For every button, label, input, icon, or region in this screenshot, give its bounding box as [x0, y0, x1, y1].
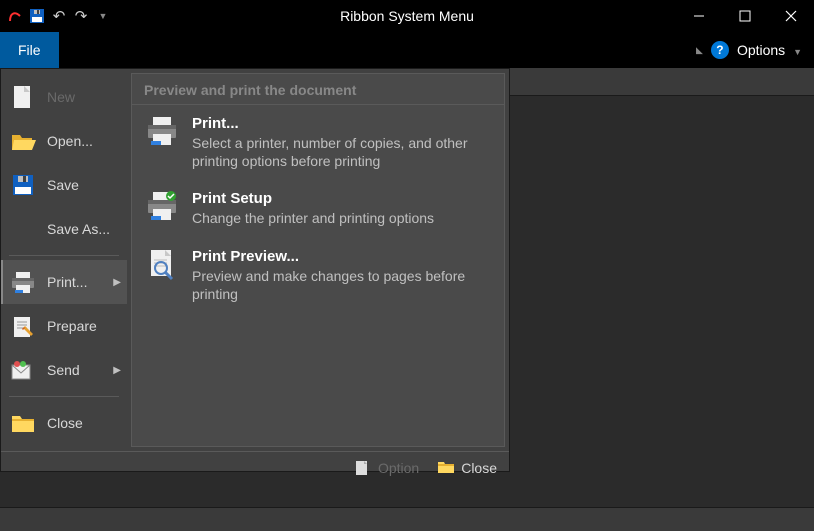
option-print-preview-title: Print Preview...	[192, 248, 492, 265]
titlebar: ↶ ↷ ▼ Ribbon System Menu	[0, 0, 814, 32]
backstage-close-label: Close	[47, 415, 83, 431]
backstage-saveas[interactable]: Save As...	[1, 207, 127, 251]
minimize-button[interactable]	[676, 0, 722, 32]
backstage-save-label: Save	[47, 177, 79, 193]
prepare-icon	[9, 312, 37, 340]
option-print-setup-desc: Change the printer and printing options	[192, 209, 492, 227]
backstage-footer: Option Close	[1, 451, 509, 484]
option-print-title: Print...	[192, 115, 492, 132]
new-icon	[9, 83, 37, 111]
qat-dropdown-icon[interactable]: ▼	[94, 7, 112, 25]
backstage-prepare[interactable]: Prepare	[1, 304, 127, 348]
backstage-saveas-label: Save As...	[47, 221, 110, 237]
backstage-left: New Open... Save Save As...	[1, 69, 127, 451]
options-button[interactable]: Options ▼	[737, 42, 802, 58]
footer-close-label: Close	[461, 460, 497, 476]
quick-access-toolbar: ↶ ↷ ▼	[0, 7, 112, 25]
redo-icon[interactable]: ↷	[72, 7, 90, 25]
open-icon	[9, 127, 37, 155]
option-print-setup-title: Print Setup	[192, 190, 492, 207]
backstage-save[interactable]: Save	[1, 163, 127, 207]
chevron-down-icon: ▼	[793, 47, 802, 57]
backstage-right-panel: Preview and print the document Print... …	[131, 73, 505, 447]
chevron-right-icon: ▶	[113, 277, 121, 288]
close-button[interactable]	[768, 0, 814, 32]
save-icon	[9, 171, 37, 199]
backstage-close[interactable]: Close	[1, 401, 127, 445]
print-icon	[144, 115, 180, 151]
backstage-prepare-label: Prepare	[47, 318, 97, 334]
backstage-new[interactable]: New	[1, 75, 127, 119]
footer-close-button[interactable]: Close	[437, 460, 497, 476]
maximize-button[interactable]	[722, 0, 768, 32]
saveas-icon	[9, 215, 37, 243]
collapse-ribbon-icon[interactable]: ◣	[696, 45, 703, 56]
send-icon	[9, 356, 37, 384]
backstage-print-label: Print...	[47, 274, 87, 290]
option-print-setup[interactable]: Print Setup Change the printer and print…	[132, 180, 504, 237]
folder-icon	[9, 409, 37, 437]
option-print-preview-desc: Preview and make changes to pages before…	[192, 267, 492, 303]
option-print[interactable]: Print... Select a printer, number of cop…	[132, 105, 504, 180]
backstage-print[interactable]: Print... ▶	[1, 260, 127, 304]
app-icon	[6, 7, 24, 25]
window-title: Ribbon System Menu	[340, 8, 474, 24]
window-controls	[676, 0, 814, 32]
tab-file[interactable]: File	[0, 32, 59, 68]
ribbon-tabs: File ◣ ? Options ▼	[0, 32, 814, 68]
backstage-send-label: Send	[47, 362, 80, 378]
chevron-right-icon: ▶	[113, 365, 121, 376]
folder-icon	[437, 460, 455, 476]
footer-option-button[interactable]: Option	[354, 460, 419, 476]
print-icon	[9, 268, 37, 296]
backstage-send[interactable]: Send ▶	[1, 348, 127, 392]
backstage-open[interactable]: Open...	[1, 119, 127, 163]
save-icon[interactable]	[28, 7, 46, 25]
option-print-desc: Select a printer, number of copies, and …	[192, 134, 492, 170]
panel-title: Preview and print the document	[132, 74, 504, 105]
options-label: Options	[737, 42, 785, 58]
separator	[9, 396, 119, 397]
help-icon[interactable]: ?	[711, 41, 729, 59]
status-bar	[0, 507, 814, 531]
separator	[9, 255, 119, 256]
backstage-new-label: New	[47, 89, 75, 105]
option-icon	[354, 460, 372, 476]
backstage-panel: New Open... Save Save As...	[0, 68, 510, 472]
print-setup-icon	[144, 190, 180, 226]
print-preview-icon	[144, 248, 180, 284]
footer-option-label: Option	[378, 460, 419, 476]
undo-icon[interactable]: ↶	[50, 7, 68, 25]
option-print-preview[interactable]: Print Preview... Preview and make change…	[132, 238, 504, 313]
backstage-open-label: Open...	[47, 133, 93, 149]
